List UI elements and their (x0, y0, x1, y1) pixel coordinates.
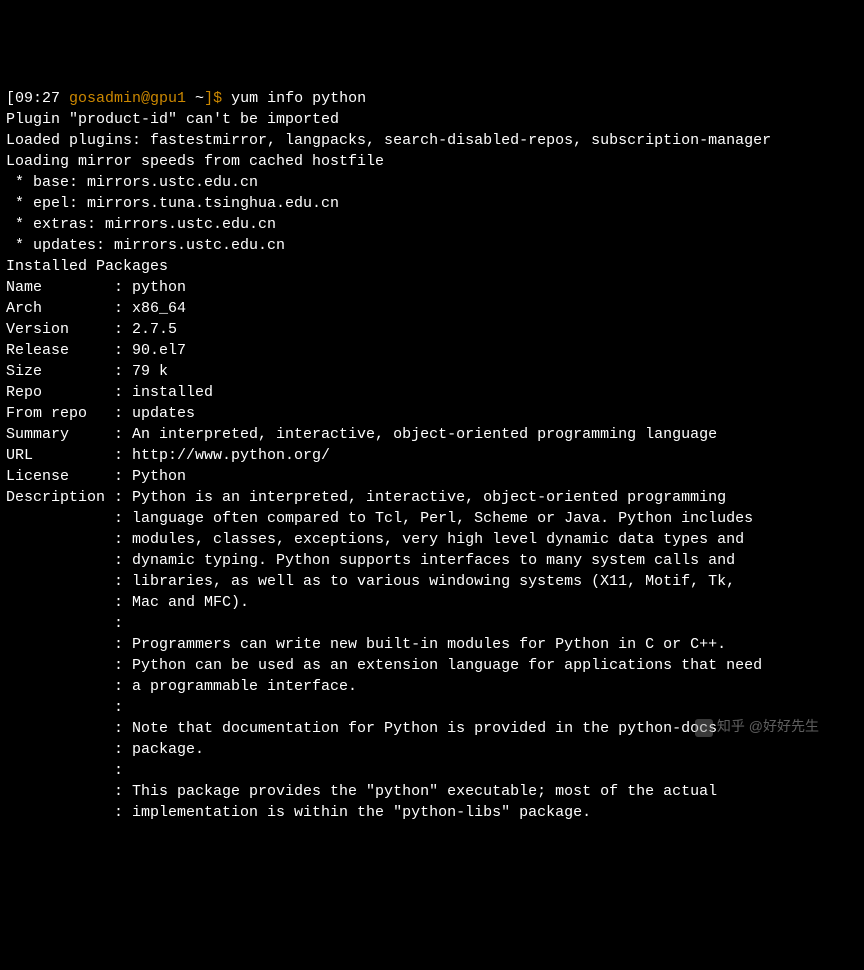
zhihu-logo-icon (695, 719, 713, 737)
watermark: 知乎 @好好先生 (695, 717, 819, 737)
command-input: yum info python (222, 90, 366, 107)
prompt-end: ]$ (204, 90, 222, 107)
output-line: : dynamic typing. Python supports interf… (6, 552, 735, 569)
output-line: Loaded plugins: fastestmirror, langpacks… (6, 132, 771, 149)
output-line: Name : python (6, 279, 186, 296)
output-line: License : Python (6, 468, 186, 485)
output-line: Installed Packages (6, 258, 168, 275)
output-line: : Python can be used as an extension lan… (6, 657, 762, 674)
prompt-time: [09:27 (6, 90, 60, 107)
output-line: URL : http://www.python.org/ (6, 447, 330, 464)
output-line: Repo : installed (6, 384, 213, 401)
output-line: : language often compared to Tcl, Perl, … (6, 510, 753, 527)
output-line: Version : 2.7.5 (6, 321, 177, 338)
output-line: : (6, 699, 132, 716)
output-line: Description : Python is an interpreted, … (6, 489, 726, 506)
output-line: : This package provides the "python" exe… (6, 783, 717, 800)
output-line: : Mac and MFC). (6, 594, 249, 611)
output-line: : package. (6, 741, 204, 758)
output-line: : implementation is within the "python-l… (6, 804, 591, 821)
output-line: Arch : x86_64 (6, 300, 186, 317)
output-line: * updates: mirrors.ustc.edu.cn (6, 237, 285, 254)
output-line: : (6, 762, 132, 779)
output-line: Plugin "product-id" can't be imported (6, 111, 339, 128)
output-line: * base: mirrors.ustc.edu.cn (6, 174, 258, 191)
output-line: Release : 90.el7 (6, 342, 186, 359)
prompt-user: gosadmin@gpu1 (60, 90, 186, 107)
output-line: Summary : An interpreted, interactive, o… (6, 426, 717, 443)
output-line: : Note that documentation for Python is … (6, 720, 717, 737)
output-line: : libraries, as well as to various windo… (6, 573, 735, 590)
output-line: * epel: mirrors.tuna.tsinghua.edu.cn (6, 195, 339, 212)
output-line: From repo : updates (6, 405, 195, 422)
output-line: Size : 79 k (6, 363, 168, 380)
watermark-text: 知乎 @好好先生 (717, 718, 819, 734)
terminal-output[interactable]: [09:27 gosadmin@gpu1 ~]$ yum info python… (6, 88, 858, 823)
output-line: : a programmable interface. (6, 678, 357, 695)
prompt-path: ~ (186, 90, 204, 107)
output-line: Loading mirror speeds from cached hostfi… (6, 153, 384, 170)
output-line: * extras: mirrors.ustc.edu.cn (6, 216, 276, 233)
output-line: : modules, classes, exceptions, very hig… (6, 531, 744, 548)
output-line: : Programmers can write new built-in mod… (6, 636, 726, 653)
output-line: : (6, 615, 132, 632)
